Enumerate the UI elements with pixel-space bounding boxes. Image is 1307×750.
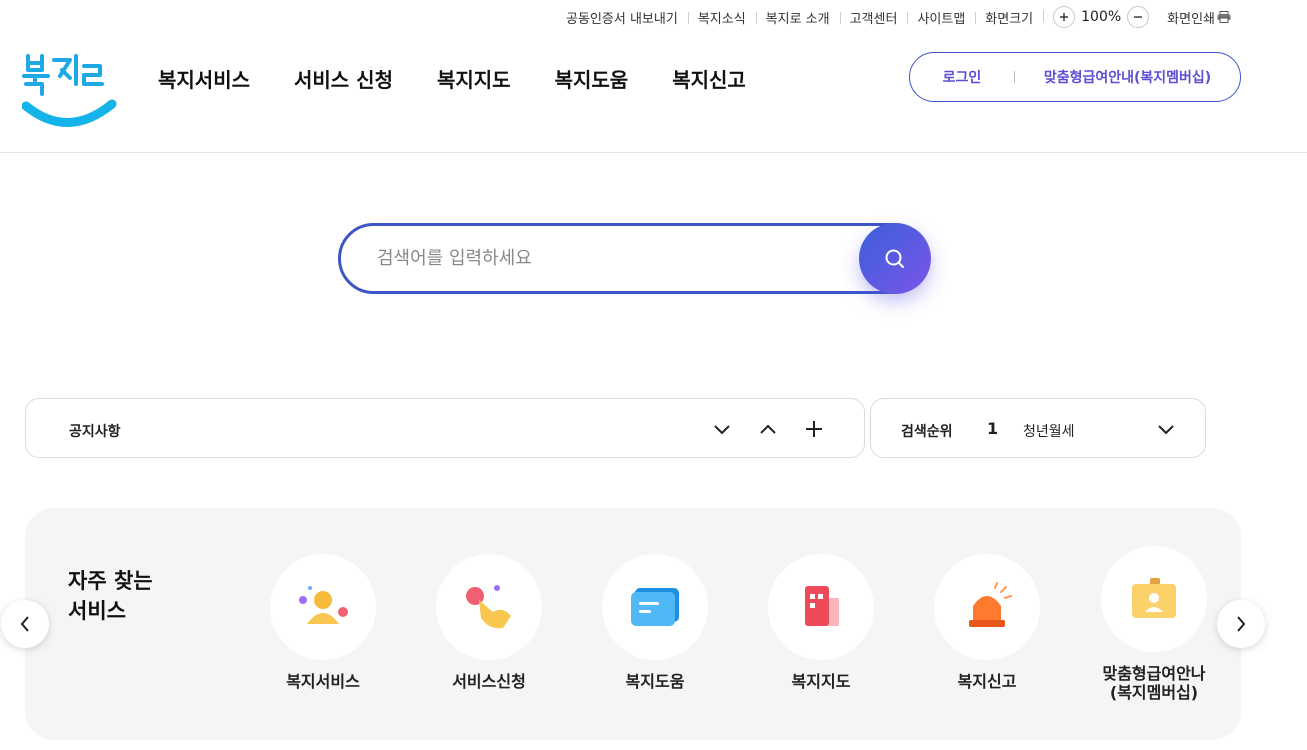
minus-icon: [1134, 16, 1143, 18]
service-icon-circle: [768, 554, 874, 660]
screen-size-label: 화면크기: [975, 8, 1043, 27]
utility-bar: 공동인증서 내보내기 복지소식 복지로 소개 고객센터 사이트맵 화면크기 10…: [556, 6, 1231, 28]
frequent-services: 자주 찾는 서비스 복지서비스 서비스신청 복지도움 복지지도 복지신고 맞춤형…: [25, 508, 1241, 740]
membership-button[interactable]: 맞춤형급여안내(복지멤버십): [1015, 67, 1240, 87]
zoom-in-button[interactable]: [1053, 6, 1076, 28]
service-icon-circle: [436, 554, 542, 660]
nav-welfare-report[interactable]: 복지신고: [672, 64, 746, 93]
notice-bar: 공지사항: [25, 398, 865, 458]
chevron-down-icon: [714, 425, 730, 435]
service-icon-circle: [602, 554, 708, 660]
nav-service-apply[interactable]: 서비스 신청: [294, 64, 393, 93]
search-input[interactable]: [377, 226, 847, 291]
label-line: 맞춤형급여안나: [1102, 664, 1206, 683]
logo-lettering-icon: [22, 54, 104, 96]
nav-welfare-service[interactable]: 복지서비스: [158, 64, 250, 93]
building-icon: [805, 586, 839, 626]
chevron-left-icon: [20, 616, 29, 632]
siren-icon: [969, 582, 1012, 627]
zoom-value: 100%: [1081, 9, 1122, 25]
site-logo[interactable]: [22, 48, 118, 136]
chevron-up-icon: [760, 424, 776, 434]
tap-hand-icon: [466, 585, 511, 629]
about-link[interactable]: 복지로 소개: [755, 8, 840, 27]
ranking-label: 검색순위: [901, 424, 953, 440]
id-card-icon: [1132, 578, 1176, 618]
ranking-number: 1: [987, 419, 999, 438]
service-item-welfare-map[interactable]: 복지지도: [746, 554, 896, 691]
person-icon: [299, 586, 348, 624]
service-icon-circle: [270, 554, 376, 660]
zoom-out-button[interactable]: [1127, 6, 1150, 28]
notice-prev-button[interactable]: [757, 418, 779, 440]
title-line: 서비스: [68, 599, 126, 623]
nav-welfare-map[interactable]: 복지지도: [437, 64, 511, 93]
search-box: [338, 223, 931, 294]
service-icon-circle: [934, 554, 1040, 660]
notice-next-button[interactable]: [711, 418, 733, 440]
label-line: (복지멤버십): [1109, 683, 1199, 702]
header-divider: [0, 152, 1307, 153]
news-link[interactable]: 복지소식: [687, 8, 756, 27]
service-label: 복지신고: [957, 672, 1017, 691]
service-icon-circle: [1101, 546, 1207, 652]
service-item-welfare-service[interactable]: 복지서비스: [248, 554, 398, 691]
zoom-control: 100%: [1043, 6, 1157, 28]
carousel-prev-button[interactable]: [1, 600, 49, 648]
service-item-welfare-report[interactable]: 복지신고: [912, 554, 1062, 691]
service-label: 복지지도: [791, 672, 851, 691]
print-label: 화면인쇄: [1167, 11, 1215, 27]
chevron-down-icon: [1158, 425, 1174, 435]
plus-icon: [1060, 13, 1069, 21]
ranking-expand-button[interactable]: [1155, 418, 1177, 440]
printer-icon: [1217, 11, 1231, 23]
login-button[interactable]: 로그인: [910, 67, 1014, 87]
service-item-service-apply[interactable]: 서비스신청: [414, 554, 564, 691]
notice-label[interactable]: 공지사항: [69, 421, 121, 441]
service-label: 서비스신청: [452, 672, 526, 691]
print-button[interactable]: 화면인쇄: [1157, 8, 1231, 27]
customer-center-link[interactable]: 고객센터: [839, 8, 908, 27]
chat-icon: [631, 588, 679, 626]
plus-icon: [806, 421, 822, 437]
sitemap-link[interactable]: 사이트맵: [907, 8, 975, 27]
service-label: 복지도움: [625, 672, 685, 691]
logo-smile-icon: [22, 99, 117, 127]
main-navigation: 복지서비스 서비스 신청 복지지도 복지도움 복지신고: [158, 64, 746, 93]
cert-export-link[interactable]: 공동인증서 내보내기: [556, 8, 688, 27]
frequent-services-title: 자주 찾는 서비스: [68, 566, 198, 626]
title-line: 자주 찾는: [68, 569, 153, 593]
service-item-membership[interactable]: 맞춤형급여안나 (복지멤버십): [1079, 546, 1229, 702]
search-button[interactable]: [859, 223, 931, 294]
chevron-right-icon: [1237, 616, 1246, 632]
carousel-next-button[interactable]: [1217, 600, 1265, 648]
service-label: 맞춤형급여안나 (복지멤버십): [1079, 664, 1229, 702]
service-item-welfare-help[interactable]: 복지도움: [580, 554, 730, 691]
search-icon: [885, 249, 904, 268]
service-label: 복지서비스: [286, 672, 360, 691]
search-ranking: 검색순위 1 청년월세: [870, 398, 1206, 458]
account-box: 로그인 맞춤형급여안내(복지멤버십): [909, 52, 1241, 102]
ranking-keyword[interactable]: 청년월세: [1023, 421, 1075, 441]
nav-welfare-help[interactable]: 복지도움: [555, 64, 629, 93]
notice-more-button[interactable]: [803, 418, 825, 440]
